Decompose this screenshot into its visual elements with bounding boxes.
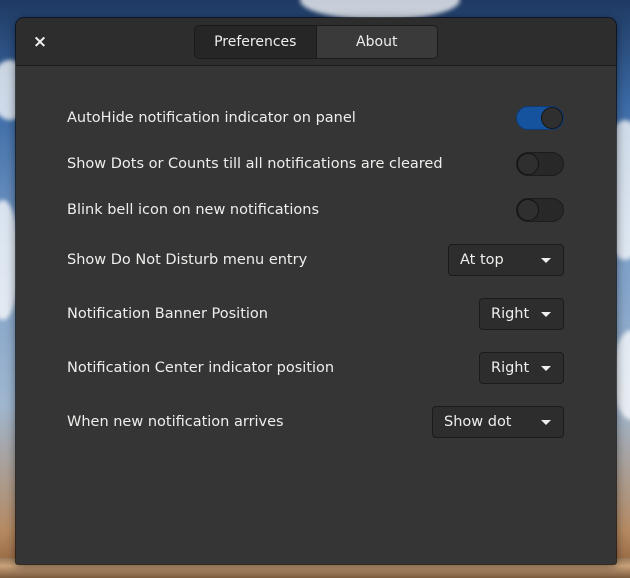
blink-bell-toggle[interactable] — [516, 198, 564, 222]
setting-label: Show Do Not Disturb menu entry — [67, 252, 308, 268]
setting-label: Blink bell icon on new notifications — [67, 202, 320, 218]
toggle-knob — [541, 107, 563, 129]
dropdown-value: Show dot — [444, 414, 512, 430]
dropdown-value: Right — [491, 360, 530, 376]
chevron-down-icon — [541, 366, 551, 371]
setting-label: Show Dots or Counts till all notificatio… — [67, 156, 443, 172]
toggle-knob — [517, 199, 539, 221]
setting-row-show-dots: Show Dots or Counts till all notificatio… — [67, 149, 564, 179]
toggle-knob — [517, 153, 539, 175]
chevron-down-icon — [541, 258, 551, 263]
setting-row-dnd: Show Do Not Disturb menu entry At top — [67, 244, 564, 276]
dropdown-value: At top — [460, 252, 504, 268]
setting-label: AutoHide notification indicator on panel — [67, 110, 356, 126]
close-icon: × — [32, 32, 48, 52]
setting-label: Notification Center indicator position — [67, 360, 335, 376]
setting-label: When new notification arrives — [67, 414, 284, 430]
indicator-position-dropdown[interactable]: Right — [479, 352, 564, 384]
autohide-toggle[interactable] — [516, 106, 564, 130]
setting-row-banner-position: Notification Banner Position Right — [67, 298, 564, 330]
chevron-down-icon — [541, 312, 551, 317]
close-button[interactable]: × — [28, 30, 52, 54]
chevron-down-icon — [541, 420, 551, 425]
dropdown-value: Right — [491, 306, 530, 322]
header-bar: × Preferences About — [16, 18, 616, 66]
dnd-entry-dropdown[interactable]: At top — [448, 244, 564, 276]
setting-label: Notification Banner Position — [67, 306, 268, 322]
show-dots-toggle[interactable] — [516, 152, 564, 176]
setting-row-autohide: AutoHide notification indicator on panel — [67, 103, 564, 133]
tab-switcher: Preferences About — [194, 25, 438, 59]
banner-position-dropdown[interactable]: Right — [479, 298, 564, 330]
tab-about[interactable]: About — [316, 26, 437, 58]
tab-preferences[interactable]: Preferences — [195, 26, 317, 58]
setting-row-blink-bell: Blink bell icon on new notifications — [67, 195, 564, 225]
new-notification-dropdown[interactable]: Show dot — [432, 406, 564, 438]
setting-row-new-notification: When new notification arrives Show dot — [67, 406, 564, 438]
preferences-window: × Preferences About AutoHide notificatio… — [16, 18, 616, 564]
setting-row-indicator-position: Notification Center indicator position R… — [67, 352, 564, 384]
